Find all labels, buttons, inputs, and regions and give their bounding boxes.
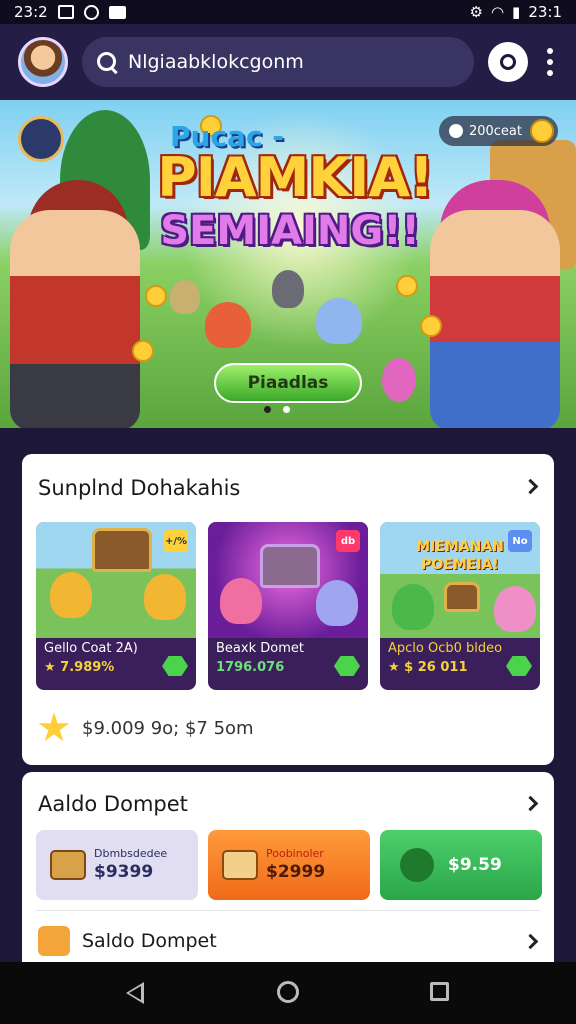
- system-nav-bar: [0, 962, 576, 1024]
- wallet-chevron-icon[interactable]: [522, 795, 539, 812]
- back-icon[interactable]: [126, 982, 144, 1004]
- featured-tile[interactable]: +/% Gello Coat 2A) ★ 7.989%: [36, 522, 196, 690]
- gem-icon: [334, 656, 360, 676]
- ticket-icon: [222, 850, 258, 880]
- monster-icon: [316, 580, 358, 626]
- wallet-card-caption: Poobinoler: [266, 847, 324, 860]
- more-menu-button[interactable]: [542, 48, 558, 76]
- chest-icon: [260, 544, 320, 588]
- wallet-card: Aaldo Dompet Dbmbsdedee $9399 Poobinoler…: [22, 772, 554, 962]
- avatar[interactable]: [18, 37, 68, 87]
- carousel-dot-active[interactable]: [283, 406, 290, 413]
- mail-icon: [108, 5, 126, 19]
- hero-title: PIAMKIA!: [157, 146, 434, 209]
- featured-tile[interactable]: MIEMANAN POEMEIA! No Apclo Ocb0 bldeo ★ …: [380, 522, 540, 690]
- monster-icon: [50, 572, 92, 618]
- hero-character-right: [430, 210, 560, 428]
- wifi-icon: ◠: [490, 3, 505, 21]
- home-icon[interactable]: [277, 981, 299, 1003]
- game-center-button[interactable]: [488, 42, 528, 82]
- hero-character-left: [10, 210, 140, 428]
- featured-card: Sunplnd Dohakahis +/% Gello Coat 2A) ★ 7…: [22, 454, 554, 765]
- tile-label: Gello Coat 2A): [44, 641, 138, 656]
- top-bar: Nlgiaabklokcgonm: [0, 24, 576, 100]
- wallet-balance-card[interactable]: Dbmbsdedee $9399: [36, 830, 198, 900]
- hero-subtitle: SEMIAING!!: [160, 208, 420, 254]
- tile-tag: db: [336, 530, 360, 552]
- chest-icon: [92, 528, 152, 572]
- monster-icon: [144, 574, 186, 620]
- wallet-card-amount: $2999: [266, 862, 326, 882]
- featured-title: Sunplnd Dohakahis: [38, 476, 241, 500]
- chest-icon: [50, 850, 86, 880]
- hero-cta-button[interactable]: Piaadlas: [214, 363, 362, 403]
- hero-coin-label: 200ceat: [468, 123, 522, 139]
- gem-icon: [162, 656, 188, 676]
- chat-icon: [448, 124, 463, 138]
- search-icon: [96, 51, 118, 73]
- tile-price: ★ 7.989%: [44, 660, 115, 675]
- promo-text: $9.009 9o; $7 5om: [82, 718, 254, 739]
- coin-icon: [530, 119, 554, 143]
- signal-icon: ▮: [512, 3, 521, 21]
- notification-icon: [83, 4, 99, 20]
- tile-tag: No: [508, 530, 532, 552]
- carousel-dot[interactable]: [264, 406, 271, 413]
- hero-banner[interactable]: 200ceat Pucac - PIAMKIA! SEMIAING!! Piaa…: [0, 100, 576, 428]
- gallery-icon: [57, 5, 74, 19]
- status-bar: 23:2 ⚙ ◠ ▮ 23:1: [0, 0, 576, 24]
- recent-apps-icon[interactable]: [430, 982, 449, 1001]
- search-bar[interactable]: Nlgiaabklokcgonm: [82, 37, 474, 87]
- monster-icon: [220, 578, 262, 624]
- status-right-time: 23:1: [528, 3, 562, 21]
- wallet-card-amount: $9.59: [448, 855, 502, 875]
- chest-icon: [444, 582, 480, 612]
- featured-chevron-icon[interactable]: [522, 478, 539, 495]
- wallet-card-amount: $9399: [94, 862, 154, 882]
- monster-icon: [392, 584, 434, 630]
- star-icon: [38, 712, 70, 742]
- carousel-dots: [264, 406, 290, 413]
- wallet-icon: [38, 926, 70, 956]
- wallet-row-chevron-icon[interactable]: [522, 933, 539, 950]
- wallet-balance-card[interactable]: $9.59: [380, 830, 542, 900]
- clover-icon: [400, 848, 434, 882]
- wallet-title: Aaldo Dompet: [38, 792, 188, 816]
- featured-tile[interactable]: db Beaxk Domet 1796.076: [208, 522, 368, 690]
- wallet-card-caption: Dbmbsdedee: [94, 847, 168, 860]
- monster-icon: [494, 586, 536, 632]
- circle-icon: [500, 54, 516, 70]
- status-time: 23:2: [14, 3, 48, 21]
- tile-price: ★ $ 26 011: [388, 660, 468, 675]
- gem-icon: [506, 656, 532, 676]
- search-input[interactable]: Nlgiaabklokcgonm: [128, 51, 304, 73]
- hero-logo-badge: [18, 116, 64, 162]
- wallet-row-label[interactable]: Saldo Dompet: [82, 930, 217, 952]
- tile-label: Apclo Ocb0 bldeo: [388, 641, 503, 656]
- tile-label: Beaxk Domet: [216, 641, 304, 656]
- tile-tag: +/%: [164, 530, 188, 552]
- hero-coin-counter: 200ceat: [438, 116, 558, 146]
- tile-price: 1796.076: [216, 660, 285, 675]
- tile-banner: MIEMANAN POEMEIA!: [416, 539, 504, 573]
- divider: [36, 910, 540, 911]
- alarm-icon: ⚙: [469, 3, 483, 21]
- wallet-balance-card[interactable]: Poobinoler $2999: [208, 830, 370, 900]
